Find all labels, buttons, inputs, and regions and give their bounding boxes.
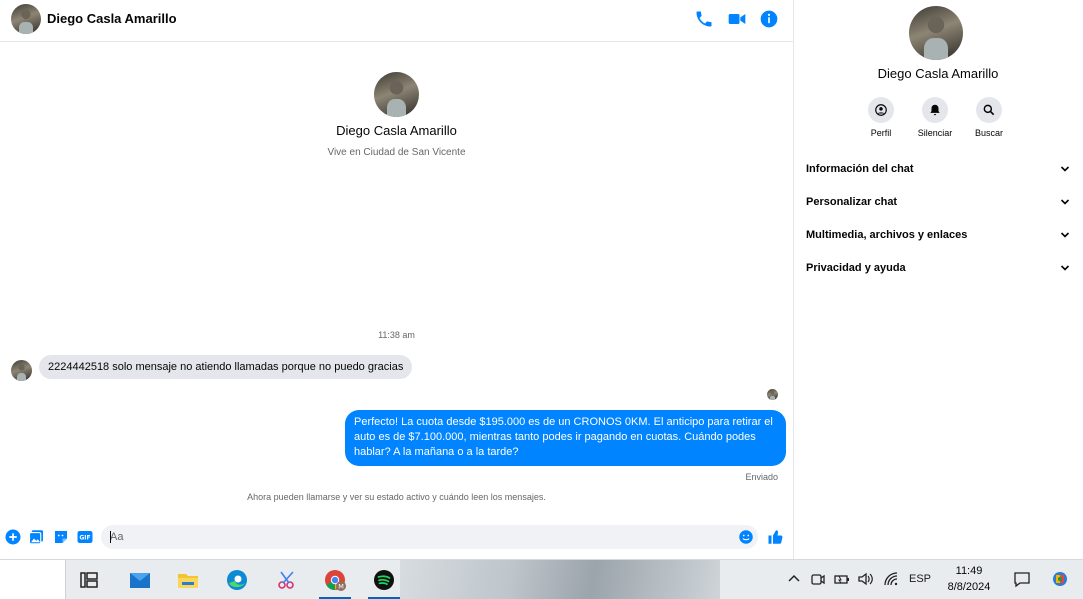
chevron-down-icon (1060, 232, 1070, 238)
show-hidden-icons-chevron-up-icon[interactable] (785, 570, 803, 588)
svg-text:M: M (338, 582, 344, 590)
taskbar-wallpaper-strip (400, 560, 720, 599)
mute-action-label: Silenciar (917, 128, 953, 138)
composer: GIF (0, 522, 793, 552)
text-caret (110, 531, 111, 543)
section-customize-chat[interactable]: Personalizar chat (806, 191, 1070, 213)
search-action-label: Buscar (974, 128, 1003, 138)
sticker-icon[interactable] (52, 528, 70, 546)
profile-action-button[interactable]: Perfil (851, 97, 911, 138)
thumbs-up-icon[interactable] (767, 528, 785, 546)
profile-icon (868, 97, 894, 123)
input-language[interactable]: ESP (909, 573, 931, 585)
battery-icon[interactable] (833, 570, 851, 588)
search-icon (976, 97, 1002, 123)
volume-icon[interactable] (857, 570, 875, 588)
chat-header: Diego Casla Amarillo (0, 0, 793, 42)
edge-icon[interactable] (215, 560, 259, 599)
incoming-message[interactable]: 2224442518 solo mensaje no atiendo llama… (39, 355, 413, 379)
message-timestamp: 11:38 am (378, 330, 415, 340)
notifications-icon[interactable] (1013, 570, 1031, 588)
chrome-icon[interactable]: M (313, 560, 357, 599)
svg-text:GIF: GIF (79, 535, 90, 542)
taskbar-clock[interactable]: 11:49 8/8/2024 (940, 563, 998, 595)
chat-notice: Ahora pueden llamarse y ver su estado ac… (247, 492, 546, 502)
sender-avatar[interactable] (11, 360, 32, 381)
windows-taskbar: M ESP 11:49 8/8/2024 (0, 559, 1083, 599)
clock-date: 8/8/2024 (947, 581, 991, 593)
info-icon[interactable] (759, 9, 779, 29)
chevron-down-icon (1060, 265, 1070, 271)
chat-pane: Diego Casla Amarillo Diego Casla Amarill… (0, 0, 793, 559)
message-input[interactable] (101, 525, 758, 549)
info-contact-name: Diego Casla Amarillo (877, 66, 999, 81)
bell-icon (922, 97, 948, 123)
search-action-button[interactable]: Buscar (959, 97, 1019, 138)
contact-avatar[interactable] (11, 4, 41, 34)
section-label: Información del chat (806, 163, 914, 175)
conversation-info-pane: Diego Casla Amarillo Perfil Silenciar Bu… (793, 0, 1083, 559)
plus-icon[interactable] (4, 528, 22, 546)
chevron-down-icon (1060, 199, 1070, 205)
meet-now-icon[interactable] (809, 570, 827, 588)
copilot-icon[interactable] (1051, 570, 1069, 588)
profile-avatar[interactable] (374, 72, 419, 117)
file-explorer-icon[interactable] (166, 560, 210, 599)
seen-avatar (767, 389, 778, 400)
wifi-icon[interactable] (882, 570, 900, 588)
section-label: Privacidad y ayuda (806, 262, 906, 274)
taskbar-search-box[interactable] (0, 560, 66, 599)
section-privacy-help[interactable]: Privacidad y ayuda (806, 257, 1070, 279)
info-avatar[interactable] (909, 6, 963, 60)
photo-icon[interactable] (28, 528, 46, 546)
clock-time: 11:49 (955, 565, 983, 577)
section-label: Multimedia, archivos y enlaces (806, 229, 968, 241)
outgoing-message[interactable]: Perfecto! La cuota desde $195.000 es de … (345, 410, 786, 466)
profile-action-label: Perfil (870, 128, 892, 138)
mail-icon[interactable] (118, 560, 162, 599)
mute-action-button[interactable]: Silenciar (905, 97, 965, 138)
snipping-tool-icon[interactable] (265, 560, 309, 599)
video-call-icon[interactable] (727, 9, 747, 29)
chevron-down-icon (1060, 166, 1070, 172)
emoji-icon[interactable] (737, 528, 755, 546)
profile-name: Diego Casla Amarillo (336, 123, 457, 138)
gif-icon[interactable]: GIF (76, 528, 94, 546)
profile-location: Vive en Ciudad de San Vicente (327, 147, 466, 158)
contact-name[interactable]: Diego Casla Amarillo (47, 11, 177, 26)
task-view-icon[interactable] (67, 560, 111, 599)
spotify-icon[interactable] (362, 560, 406, 599)
section-media-files-links[interactable]: Multimedia, archivos y enlaces (806, 224, 1070, 246)
phone-icon[interactable] (694, 9, 714, 29)
section-label: Personalizar chat (806, 196, 898, 208)
message-status: Enviado (745, 472, 778, 482)
section-chat-info[interactable]: Información del chat (806, 158, 1070, 180)
